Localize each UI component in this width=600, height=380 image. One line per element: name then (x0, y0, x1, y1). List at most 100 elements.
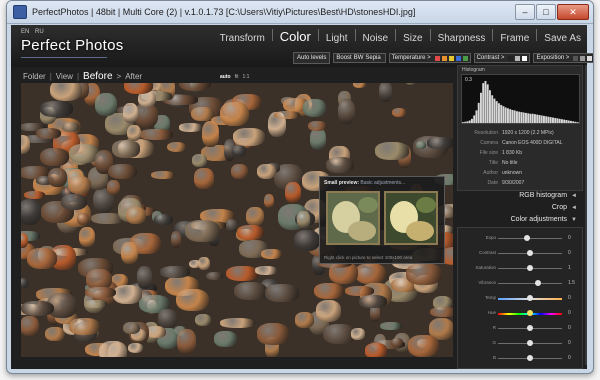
adjustment-row: B0 (458, 352, 582, 364)
contrast-swatch[interactable] (515, 55, 521, 61)
adjustment-value: 0 (568, 310, 571, 316)
histogram-bar (493, 98, 496, 123)
exposition-group: Exposition > (533, 53, 593, 63)
nav-divider (429, 29, 431, 41)
adjustment-slider-handle[interactable] (527, 325, 533, 331)
meta-value: 1920 x 1200 (2.2 MPix) (502, 130, 554, 136)
photo-pebble (236, 225, 265, 240)
minimize-button[interactable]: – (515, 4, 535, 20)
title-bar[interactable]: PerfectPhotos | 48bit | Multi Core (2) |… (7, 1, 593, 24)
exposition-swatch[interactable] (580, 55, 586, 61)
photo-pebble (265, 284, 300, 302)
adjustment-value: 0 (568, 250, 571, 256)
nav-sharpness[interactable]: Sharpness (438, 33, 486, 44)
temperature-swatch[interactable] (441, 55, 447, 61)
nav-transform[interactable]: Transform (220, 33, 265, 44)
histogram-bar (522, 112, 525, 123)
histogram-bar (507, 108, 509, 123)
adjustment-label: Vibrance (478, 280, 496, 285)
histogram-bar (504, 107, 507, 123)
adjustment-slider-handle[interactable] (534, 280, 541, 286)
adjustment-slider-handle[interactable] (527, 295, 533, 301)
photo-pebble (94, 93, 118, 117)
boost-button[interactable]: Boost (336, 55, 351, 61)
adjustment-row: Temp 0 (458, 292, 582, 304)
photo-pebble (354, 262, 386, 285)
meta-value: Canon EOS 400D DIGITAL (502, 140, 563, 146)
photo-pebble (364, 343, 387, 357)
histogram-bar (502, 106, 505, 123)
histogram-bar (498, 103, 500, 123)
small-preview-label: Small preview: (324, 180, 360, 186)
adjustment-slider-handle[interactable] (523, 235, 530, 241)
small-preview-subtitle: Basic adjustments... (360, 180, 406, 186)
adjustment-slider-handle[interactable] (527, 355, 533, 361)
adjustment-slider-track[interactable] (498, 283, 562, 284)
contrast-swatch[interactable] (508, 55, 514, 61)
photo-pebble (178, 83, 212, 91)
nav-noise[interactable]: Noise (363, 33, 389, 44)
adjustment-slider-handle[interactable] (527, 265, 533, 271)
photo-pebble (261, 248, 283, 259)
zoom-1-1[interactable]: 1:1 (242, 74, 249, 80)
photo-canvas[interactable]: Small preview: Basic adjustments... Righ… (21, 83, 453, 357)
adjustment-value: 0 (568, 235, 571, 241)
lang-en[interactable]: EN (21, 29, 29, 35)
temperature-swatch[interactable] (448, 55, 454, 61)
photo-pebble (202, 121, 220, 147)
bw-button[interactable]: BW (354, 55, 364, 61)
auto-levels-button[interactable]: Auto levels (293, 52, 331, 64)
histogram-bar (500, 104, 503, 123)
nav-light[interactable]: Light (326, 33, 348, 44)
adjustment-label: Contrast (478, 250, 496, 255)
nav-save-as[interactable]: Save As (544, 33, 581, 44)
preview-before-thumbnail[interactable] (326, 191, 380, 245)
view-mode[interactable]: View (56, 72, 73, 81)
zoom-fit[interactable]: fit (235, 74, 239, 80)
photo-pebble (429, 307, 453, 318)
photo-pebble (213, 331, 237, 347)
photo-pebble (157, 309, 177, 328)
folder-mode[interactable]: Folder (23, 72, 46, 81)
main-nav: Transform Color Light Noise Size Sharpne… (213, 29, 581, 44)
zoom-options: auto fit 1:1 (220, 74, 253, 80)
sidebar-scrollbar[interactable] (585, 65, 587, 365)
photo-pebble (47, 167, 68, 187)
temperature-swatch[interactable] (455, 55, 461, 61)
meta-key: Camera (480, 140, 498, 146)
color-adjustments-section[interactable]: Color adjustments ▼ (457, 214, 581, 225)
exposition-swatch[interactable] (587, 55, 593, 61)
nav-frame[interactable]: Frame (500, 33, 529, 44)
lang-ru[interactable]: RU (35, 29, 44, 35)
photo-pebble (246, 206, 264, 226)
sepia-button[interactable]: Sepia (365, 55, 380, 61)
temperature-swatch[interactable] (434, 55, 440, 61)
zoom-auto[interactable]: auto (220, 74, 231, 80)
adjustment-slider-handle[interactable] (527, 340, 533, 346)
histogram-bar (570, 120, 572, 123)
photo-pebble (297, 210, 311, 228)
adjustment-slider-handle[interactable] (527, 310, 533, 316)
close-button[interactable]: ✕ (557, 4, 589, 20)
preview-after-thumbnail[interactable] (384, 191, 438, 245)
photo-pebble (21, 315, 40, 337)
photo-pebble (21, 198, 41, 225)
nav-size[interactable]: Size (403, 33, 422, 44)
maximize-button[interactable]: □ (536, 4, 556, 20)
histogram-bar (561, 119, 563, 123)
nav-color[interactable]: Color (280, 29, 311, 44)
rgb-histogram-section[interactable]: RGB histogram ◄ (457, 190, 581, 201)
contrast-swatch[interactable] (522, 55, 528, 61)
adjustment-slider-handle[interactable] (527, 250, 533, 256)
crop-section[interactable]: Crop ◄ (457, 202, 581, 213)
temperature-swatch[interactable] (462, 55, 468, 61)
after-mode[interactable]: After (125, 72, 142, 81)
adjustment-label: Saturation (475, 265, 496, 270)
photo-pebble (257, 323, 290, 345)
adjustment-slider-track[interactable] (498, 238, 562, 239)
histogram-bar (518, 111, 521, 123)
photo-pebble (107, 179, 121, 196)
before-mode[interactable]: Before (83, 71, 112, 82)
meta-key: Resolution (474, 130, 498, 136)
exposition-swatch[interactable] (573, 55, 579, 61)
